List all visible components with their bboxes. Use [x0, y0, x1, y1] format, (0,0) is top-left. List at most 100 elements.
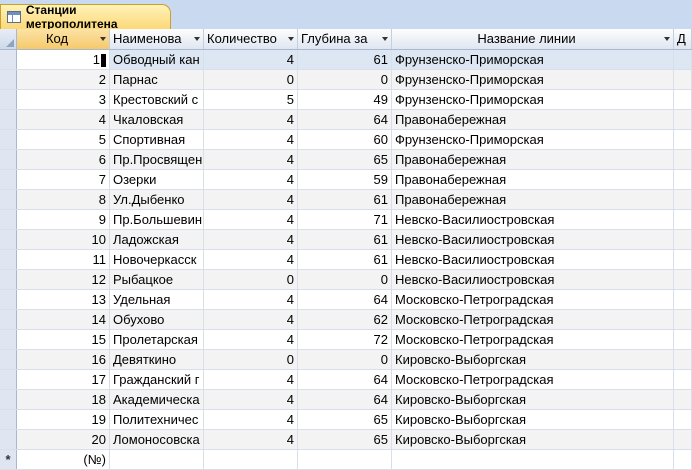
count-cell[interactable]: 4: [204, 330, 298, 349]
table-row[interactable]: 10 Ладожская 4 61 Невско-Василиостровская: [0, 230, 692, 250]
line-name-cell[interactable]: Правонабережная: [392, 170, 674, 189]
count-cell[interactable]: 4: [204, 190, 298, 209]
table-cell[interactable]: [674, 190, 692, 209]
name-cell[interactable]: Академическа: [110, 390, 204, 409]
id-cell[interactable]: 3: [17, 90, 110, 109]
count-cell[interactable]: 4: [204, 410, 298, 429]
column-header-depth[interactable]: Глубина за: [298, 29, 392, 49]
table-cell[interactable]: [674, 70, 692, 89]
depth-cell[interactable]: 49: [298, 90, 392, 109]
row-selector[interactable]: [0, 110, 17, 129]
id-cell[interactable]: 7: [17, 170, 110, 189]
id-cell[interactable]: 9: [17, 210, 110, 229]
count-cell[interactable]: 0: [204, 350, 298, 369]
table-row[interactable]: 18 Академическа 4 64 Кировско-Выборгская: [0, 390, 692, 410]
id-cell[interactable]: 16: [17, 350, 110, 369]
line-name-cell[interactable]: Фрунзенско-Приморская: [392, 90, 674, 109]
table-cell[interactable]: [674, 310, 692, 329]
count-cell[interactable]: 4: [204, 50, 298, 69]
depth-cell[interactable]: 65: [298, 410, 392, 429]
depth-cell[interactable]: 59: [298, 170, 392, 189]
table-cell[interactable]: [674, 450, 692, 469]
table-cell[interactable]: [674, 170, 692, 189]
row-selector[interactable]: [0, 270, 17, 289]
id-cell[interactable]: 13: [17, 290, 110, 309]
count-cell[interactable]: 4: [204, 130, 298, 149]
depth-cell[interactable]: 64: [298, 370, 392, 389]
count-cell[interactable]: 4: [204, 390, 298, 409]
depth-cell[interactable]: 65: [298, 150, 392, 169]
select-all-button[interactable]: [0, 29, 17, 49]
line-name-cell[interactable]: Фрунзенско-Приморская: [392, 70, 674, 89]
table-cell[interactable]: [674, 210, 692, 229]
table-cell[interactable]: [674, 390, 692, 409]
chevron-down-icon[interactable]: [664, 37, 670, 41]
depth-cell[interactable]: 0: [298, 270, 392, 289]
depth-cell[interactable]: 0: [298, 70, 392, 89]
name-cell[interactable]: Политехничес: [110, 410, 204, 429]
row-selector[interactable]: [0, 130, 17, 149]
row-selector[interactable]: [0, 310, 17, 329]
chevron-down-icon[interactable]: [382, 37, 388, 41]
count-cell[interactable]: 4: [204, 370, 298, 389]
chevron-down-icon[interactable]: [100, 37, 106, 41]
row-selector[interactable]: [0, 90, 17, 109]
table-cell[interactable]: [110, 450, 204, 469]
name-cell[interactable]: Гражданский г: [110, 370, 204, 389]
depth-cell[interactable]: 61: [298, 230, 392, 249]
count-cell[interactable]: 5: [204, 90, 298, 109]
table-row[interactable]: 15 Пролетарская 4 72 Московско-Петроградская: [0, 330, 692, 350]
row-selector[interactable]: *: [0, 450, 17, 469]
table-row[interactable]: 14 Обухово 4 62 Московско-Петроградская: [0, 310, 692, 330]
row-selector[interactable]: [0, 210, 17, 229]
name-cell[interactable]: Обухово: [110, 310, 204, 329]
count-cell[interactable]: 4: [204, 210, 298, 229]
id-cell[interactable]: 6: [17, 150, 110, 169]
table-cell[interactable]: [392, 450, 674, 469]
line-name-cell[interactable]: Невско-Василиостровская: [392, 250, 674, 269]
table-cell[interactable]: [674, 290, 692, 309]
count-cell[interactable]: 4: [204, 110, 298, 129]
name-cell[interactable]: Чкаловская: [110, 110, 204, 129]
line-name-cell[interactable]: Правонабережная: [392, 110, 674, 129]
id-cell[interactable]: 17: [17, 370, 110, 389]
table-row[interactable]: 9 Пр.Большевин 4 71 Невско-Василиостровская: [0, 210, 692, 230]
name-cell[interactable]: Девяткино: [110, 350, 204, 369]
row-selector[interactable]: [0, 230, 17, 249]
id-cell[interactable]: 20: [17, 430, 110, 449]
table-row[interactable]: 16 Девяткино 0 0 Кировско-Выборгская: [0, 350, 692, 370]
table-row[interactable]: 3 Крестовский с 5 49 Фрунзенско-Приморская: [0, 90, 692, 110]
line-name-cell[interactable]: Московско-Петроградская: [392, 310, 674, 329]
depth-cell[interactable]: 71: [298, 210, 392, 229]
table-row[interactable]: 12 Рыбацкое 0 0 Невско-Василиостровская: [0, 270, 692, 290]
table-row[interactable]: 17 Гражданский г 4 64 Московско-Петроградска…: [0, 370, 692, 390]
table-row[interactable]: 7 Озерки 4 59 Правонабережная: [0, 170, 692, 190]
name-cell[interactable]: Ул.Дыбенко: [110, 190, 204, 209]
table-row[interactable]: 8 Ул.Дыбенко 4 61 Правонабережная: [0, 190, 692, 210]
table-row[interactable]: 4 Чкаловская 4 64 Правонабережная: [0, 110, 692, 130]
count-cell[interactable]: 4: [204, 150, 298, 169]
id-cell[interactable]: 8: [17, 190, 110, 209]
id-cell[interactable]: 18: [17, 390, 110, 409]
table-cell[interactable]: [674, 110, 692, 129]
depth-cell[interactable]: 64: [298, 290, 392, 309]
row-selector[interactable]: [0, 350, 17, 369]
id-cell[interactable]: 15: [17, 330, 110, 349]
table-cell[interactable]: [674, 90, 692, 109]
chevron-down-icon[interactable]: [194, 37, 200, 41]
line-name-cell[interactable]: Невско-Василиостровская: [392, 230, 674, 249]
row-selector[interactable]: [0, 250, 17, 269]
name-cell[interactable]: Ладожская: [110, 230, 204, 249]
table-row[interactable]: 13 Удельная 4 64 Московско-Петроградская: [0, 290, 692, 310]
line-name-cell[interactable]: Правонабережная: [392, 150, 674, 169]
depth-cell[interactable]: 61: [298, 190, 392, 209]
table-cell[interactable]: [674, 350, 692, 369]
table-row[interactable]: 20 Ломоносовска 4 65 Кировско-Выборгская: [0, 430, 692, 450]
table-cell[interactable]: [674, 130, 692, 149]
depth-cell[interactable]: 72: [298, 330, 392, 349]
name-cell[interactable]: Парнас: [110, 70, 204, 89]
column-header-count[interactable]: Количество: [204, 29, 298, 49]
row-selector[interactable]: [0, 370, 17, 389]
name-cell[interactable]: Крестовский с: [110, 90, 204, 109]
table-cell[interactable]: [674, 250, 692, 269]
